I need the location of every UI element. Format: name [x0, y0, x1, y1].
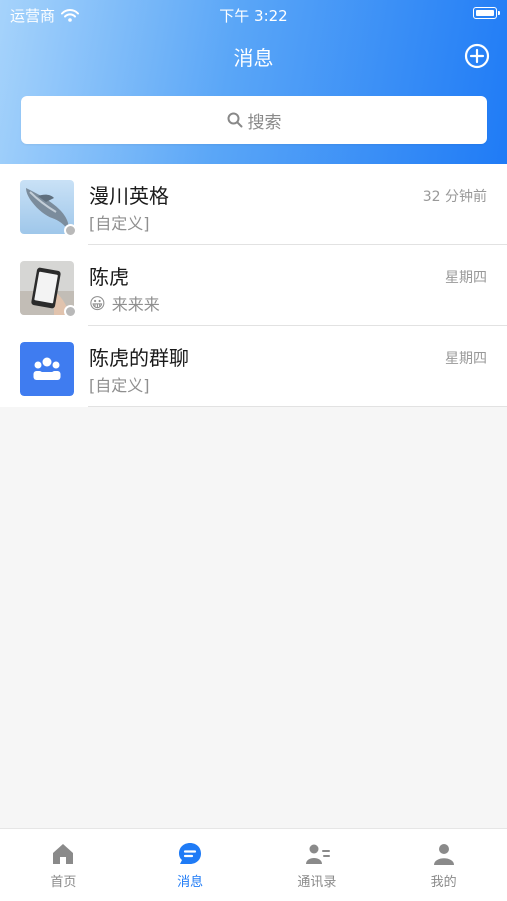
person-icon [433, 844, 454, 865]
avatar [20, 261, 77, 318]
tab-label: 消息 [177, 875, 204, 890]
status-bar: 运营商 下午 3:22 [0, 0, 507, 28]
plus-circle-icon[interactable] [464, 43, 490, 69]
preview-text: 来来来 [111, 295, 160, 314]
tab-me[interactable]: 我的 [380, 829, 507, 901]
conversation-preview: 😀 来来来 [89, 291, 160, 315]
home-icon [53, 844, 74, 864]
search-icon [227, 112, 242, 128]
conversation-name: 陈虎的群聊 [89, 346, 189, 370]
offline-status-dot [64, 305, 77, 318]
group-icon [20, 342, 74, 396]
page-title: 消息 [233, 46, 274, 70]
search-placeholder: 搜索 [247, 112, 282, 133]
conversation-time: 星期四 [445, 270, 487, 286]
header: 运营商 下午 3:22 消息 搜索 [0, 0, 507, 164]
grinning-emoji-icon: 😀 [89, 293, 106, 313]
avatar [20, 342, 74, 396]
avatar [20, 180, 77, 237]
tab-messages[interactable]: 消息 [127, 829, 254, 901]
conversation-item[interactable]: 陈虎的群聊 星期四 [自定义] [0, 326, 507, 407]
tab-label: 通讯录 [297, 875, 337, 890]
tab-bar: 首页 消息 通讯录 我的 [0, 828, 507, 901]
search-input[interactable]: 搜索 [21, 96, 487, 144]
conversation-name: 陈虎 [89, 265, 129, 289]
tab-home[interactable]: 首页 [0, 829, 127, 901]
status-time: 下午 3:22 [219, 7, 288, 25]
offline-status-dot [64, 224, 77, 237]
preview-text: [自定义] [89, 214, 150, 233]
chat-icon [179, 843, 202, 864]
preview-text: [自定义] [89, 376, 150, 395]
tab-contacts[interactable]: 通讯录 [254, 829, 381, 901]
contacts-icon [305, 844, 330, 864]
conversation-name: 漫川英格 [89, 184, 169, 208]
conversation-list: 漫川英格 32 分钟前 [自定义] 陈虎 星期四 😀 来来来 陈虎的群聊 星期四… [0, 164, 507, 407]
conversation-preview: [自定义] [89, 210, 150, 234]
conversation-preview: [自定义] [89, 372, 150, 396]
conversation-item[interactable]: 漫川英格 32 分钟前 [自定义] [0, 164, 507, 245]
conversation-time: 32 分钟前 [422, 189, 487, 205]
battery-icon [473, 7, 500, 19]
tab-label: 我的 [430, 875, 457, 890]
tab-label: 首页 [50, 875, 77, 890]
conversation-time: 星期四 [445, 351, 487, 367]
conversation-item[interactable]: 陈虎 星期四 😀 来来来 [0, 245, 507, 326]
